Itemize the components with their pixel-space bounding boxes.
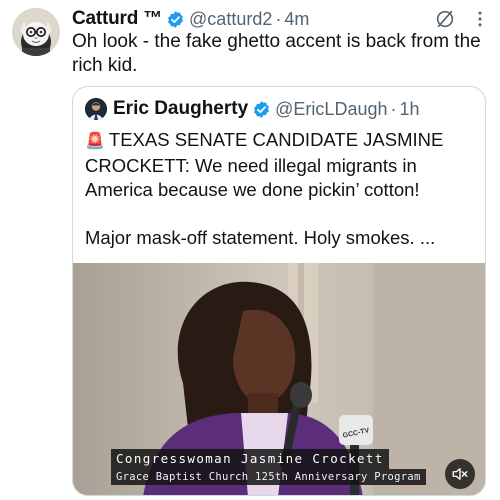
quoted-author-avatar[interactable] (85, 98, 107, 120)
person-avatar-icon (85, 98, 107, 120)
author-name[interactable]: Catturd ™ (72, 8, 162, 30)
verified-badge-icon (254, 100, 270, 118)
quoted-author-name[interactable]: Eric Daugherty (113, 98, 248, 120)
siren-emoji: 🚨 (85, 133, 105, 150)
post-text: Oh look - the fake ghetto accent is back… (72, 31, 481, 76)
post-header: Catturd ™ @catturd2 · 4m (72, 8, 490, 30)
separator-dot: · (390, 98, 397, 119)
tweet[interactable]: Catturd ™ @catturd2 · 4m Oh look - the f… (0, 0, 500, 500)
caption-name: Congresswoman Jasmine Crockett (111, 449, 389, 469)
mute-button[interactable] (445, 459, 475, 489)
quoted-post-header: Eric Daugherty @EricLDaugh · 1h (85, 97, 475, 121)
cat-avatar-icon (12, 8, 60, 56)
video-caption: Congresswoman Jasmine Crockett Grace Bap… (111, 449, 426, 485)
grok-icon[interactable] (434, 8, 456, 30)
caption-subtitle: Grace Baptist Church 125th Anniversary P… (111, 469, 426, 485)
quoted-post-time[interactable]: 1h (399, 99, 419, 120)
quoted-post-text: 🚨 TEXAS SENATE CANDIDATE JASMINE CROCKETT… (85, 128, 479, 250)
author-avatar[interactable] (12, 8, 60, 56)
author-handle[interactable]: @catturd2 (189, 9, 272, 30)
separator-dot: · (275, 8, 282, 29)
quoted-text-line1: TEXAS SENATE CANDIDATE JASMINE CROCKETT:… (85, 129, 444, 200)
quoted-author-handle[interactable]: @EricLDaugh (275, 99, 387, 120)
post-time[interactable]: 4m (284, 9, 309, 30)
more-options-icon[interactable] (470, 9, 490, 29)
verified-badge-icon (168, 10, 183, 28)
quoted-text-line2: Major mask-off statement. Holy smokes. .… (85, 227, 436, 248)
mute-icon (452, 468, 468, 480)
video-player[interactable]: GCC-TV Congresswoman Jasmine Crockett Gr… (73, 263, 485, 495)
quoted-post[interactable]: Eric Daugherty @EricLDaugh · 1h 🚨 TEXAS S… (72, 86, 486, 496)
